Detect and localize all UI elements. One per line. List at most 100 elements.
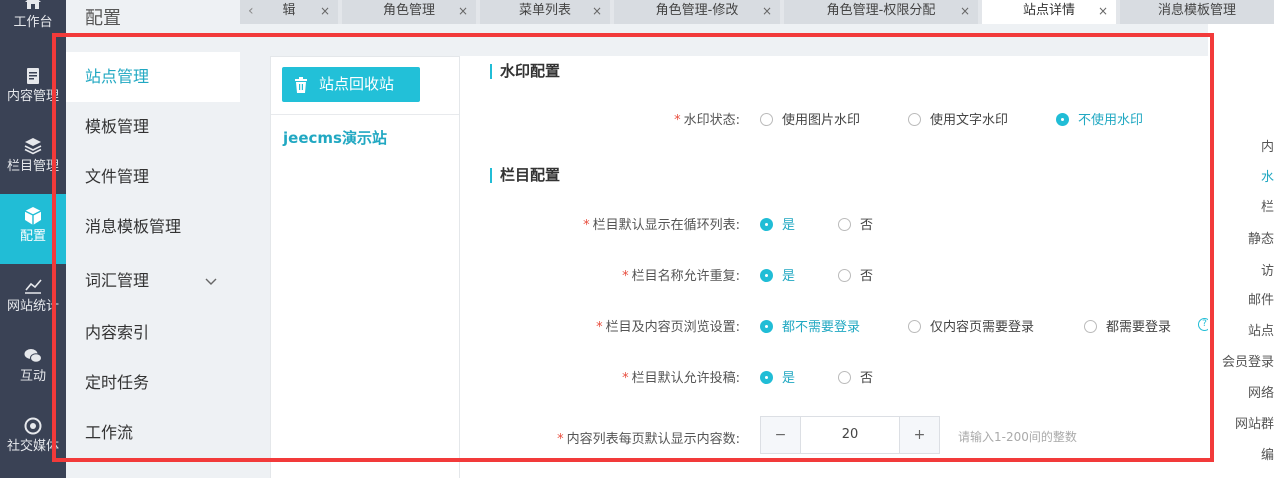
sidebar-item-scheduled-tasks[interactable]: 定时任务 [66,358,240,408]
rail-item-content[interactable]: 内容管理 [0,66,66,128]
radio-text-watermark[interactable]: 使用文字水印 [908,109,1008,128]
site-config-form: 水印配置 * 水印状态: 使用图片水印 使用文字水印 不使用水印 栏目配置 * 栏目… [460,56,1274,478]
main-content: 站点回收站 jeecms演示站 水印配置 * 水印状态: 使用图片水印 使用文字水… [240,24,1274,478]
close-icon[interactable]: × [1098,0,1108,22]
chat-icon [24,349,42,363]
document-icon [27,68,39,84]
site-list-item[interactable]: jeecms演示站 [283,127,387,148]
chevron-left-icon[interactable]: ‹ [248,0,254,22]
sidebar-item-workflow[interactable]: 工作流 [66,408,240,458]
radio-label: 否 [860,218,874,233]
tab-message-template[interactable]: 消息模板管理 [1120,0,1274,24]
section-title-channel: 栏目配置 [490,168,560,183]
cube-icon [24,207,42,225]
radio-no-watermark[interactable]: 不使用水印 [1056,109,1143,128]
radio-loop-list-no[interactable]: 否 [838,214,873,233]
radio-loop-list-yes[interactable]: 是 [760,214,795,233]
watermark-status-label: * 水印状态: [674,109,740,128]
radio-name-duplicate-no[interactable]: 否 [838,265,873,284]
rail-item-config[interactable]: 配置 [0,194,66,264]
close-icon[interactable]: × [762,0,772,22]
sidebar-item-vocabulary[interactable]: 词汇管理 [66,256,240,306]
radio-label: 是 [782,269,796,284]
radio-name-duplicate-yes[interactable]: 是 [760,265,795,284]
rail-item-interaction[interactable]: 互动 [0,346,66,408]
anchor-link[interactable]: 编 [1261,444,1274,463]
tab-role-permissions[interactable]: 角色管理-权限分配 × [784,0,978,24]
chart-icon [25,279,42,294]
sidebar-item-file-management[interactable]: 文件管理 [66,152,240,202]
radio-dot [908,113,921,126]
sidebar-item-label: 工作流 [85,423,134,442]
rail-item-stats[interactable]: 网站统计 [0,276,66,338]
sidebar-item-site-management[interactable]: 站点管理 [66,52,240,102]
recycle-button-label: 站点回收站 [319,75,395,93]
anchor-link[interactable]: 内 [1261,136,1274,155]
rail-item-label: 网站统计 [6,299,59,314]
home-icon [25,0,41,9]
anchor-link[interactable]: 邮件 [1248,289,1274,308]
anchor-link[interactable]: 访 [1261,260,1274,279]
radio-dot [838,269,851,282]
sidebar-item-content-index[interactable]: 内容索引 [66,308,240,358]
radio-allow-submit-no[interactable]: 否 [838,367,873,386]
sidebar-item-template-management[interactable]: 模板管理 [66,102,240,152]
rail-item-social[interactable]: 社交媒体 [0,416,66,478]
radio-browse-all-login[interactable]: 都需要登录 [1084,316,1171,335]
site-recycle-bin-button[interactable]: 站点回收站 [282,67,420,102]
tab-edit[interactable]: ‹ 辑 × [240,0,338,24]
row-label-text: 栏目名称允许重复: [631,269,740,284]
close-icon[interactable]: × [592,0,602,22]
anchor-link[interactable]: 站点 [1248,320,1274,339]
row-label-text: 栏目默认允许投稿: [631,371,740,386]
sidebar-item-message-template[interactable]: 消息模板管理 [66,202,240,252]
tab-menu-list[interactable]: 菜单列表 × [480,0,610,24]
tab-role-management[interactable]: 角色管理 × [342,0,476,24]
row-label-text: 内容列表每页默认显示内容数: [566,432,740,447]
anchor-link[interactable]: 静态 [1248,228,1274,247]
radio-label: 都不需要登录 [782,320,861,335]
channel-name-duplicate-label: * 栏目名称允许重复: [622,265,740,284]
stepper-decrement-button[interactable]: − [761,417,801,453]
radio-label: 是 [782,218,796,233]
close-icon[interactable]: × [320,0,330,22]
tab-label: 角色管理 [382,3,435,18]
channel-loop-list-label: * 栏目默认显示在循环列表: [583,214,740,233]
stepper-increment-button[interactable]: + [899,417,939,453]
tab-role-edit[interactable]: 角色管理-修改 × [614,0,780,24]
sidebar-item-label: 站点管理 [85,67,150,86]
social-icon [24,417,42,435]
sidebar-item-label: 模板管理 [85,117,150,136]
radio-allow-submit-yes[interactable]: 是 [760,367,795,386]
tab-label: 角色管理-修改 [655,3,739,18]
tab-site-details[interactable]: 站点详情 × [982,0,1116,24]
radio-dot [908,320,921,333]
radio-browse-content-login[interactable]: 仅内容页需要登录 [908,316,1034,335]
anchor-link[interactable]: 水 [1261,166,1274,185]
anchor-link[interactable]: 栏 [1261,196,1274,215]
required-mark: * [622,269,629,284]
radio-dot [1084,320,1097,333]
close-icon[interactable]: × [960,0,970,22]
tab-label: 菜单列表 [518,3,571,18]
sidebar-item-label: 词汇管理 [85,271,150,290]
sidebar-item-label: 定时任务 [85,373,150,392]
anchor-link[interactable]: 网络 [1248,382,1274,401]
anchor-link[interactable]: 网站群 [1235,413,1274,432]
radio-label: 否 [860,371,874,386]
radio-label: 使用图片水印 [782,113,861,128]
row-label-text: 水印状态: [683,113,740,128]
anchor-link[interactable]: 会员登录 [1222,351,1274,370]
rail-item-workbench[interactable]: 工作台 [0,0,66,54]
rail-item-label: 栏目管理 [6,159,59,174]
radio-dot [838,218,851,231]
radio-image-watermark[interactable]: 使用图片水印 [760,109,860,128]
radio-label: 否 [860,269,874,284]
rail-item-channel[interactable]: 栏目管理 [0,136,66,198]
radio-label: 仅内容页需要登录 [930,320,1035,335]
page-size-stepper[interactable]: − 20 + [760,416,940,454]
stepper-value[interactable]: 20 [801,417,899,453]
rail-item-label: 社交媒体 [6,439,59,454]
radio-browse-no-login[interactable]: 都不需要登录 [760,316,860,335]
close-icon[interactable]: × [458,0,468,22]
